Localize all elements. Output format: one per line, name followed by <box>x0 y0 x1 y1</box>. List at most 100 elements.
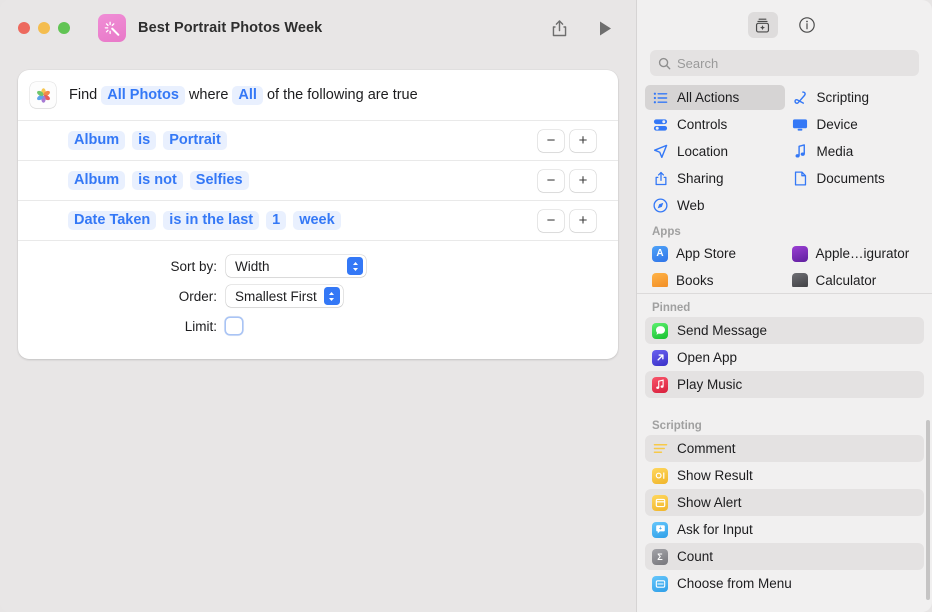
app-item-books[interactable]: Books <box>645 268 785 287</box>
music-note-icon <box>792 144 809 159</box>
shortcuts-glyph-icon <box>104 21 119 36</box>
share-icon <box>552 19 566 36</box>
category-media[interactable]: Media <box>785 139 925 164</box>
share-button[interactable] <box>542 13 576 43</box>
app-store-icon: A <box>652 245 668 262</box>
action-item-choose-from-menu[interactable]: Choose from Menu <box>645 570 924 597</box>
action-item-ask-for-input[interactable]: + Ask for Input <box>645 516 924 543</box>
shortcut-details-button[interactable] <box>792 12 822 38</box>
filter-value-token[interactable]: Selfies <box>189 171 249 190</box>
remove-filter-button[interactable]: − <box>538 169 564 192</box>
sort-by-select[interactable]: Width <box>226 255 366 277</box>
action-item-comment[interactable]: Comment <box>645 435 924 462</box>
device-display-icon <box>792 118 809 132</box>
match-token[interactable]: All <box>232 85 263 105</box>
filter-row: Album is Portrait − + <box>18 120 618 160</box>
location-arrow-icon <box>652 144 669 159</box>
remove-filter-button[interactable]: − <box>538 129 564 152</box>
filter-tokens: Album is not Selfies <box>68 171 249 190</box>
sort-by-value: Width <box>235 258 270 274</box>
controls-icon <box>652 118 669 132</box>
pinned-list: Send Message Open App Play Music <box>637 317 932 398</box>
action-item-play-music[interactable]: Play Music <box>645 371 924 398</box>
action-item-open-app[interactable]: Open App <box>645 344 924 371</box>
action-item-show-result[interactable]: Show Result <box>645 462 924 489</box>
filter-field-token[interactable]: Date Taken <box>68 211 157 230</box>
scripting-section-label: Scripting <box>652 420 702 432</box>
category-web[interactable]: Web <box>645 193 785 218</box>
run-button[interactable] <box>588 13 622 43</box>
list-bullet-icon <box>652 91 669 105</box>
filter-unit-token[interactable]: week <box>293 211 341 230</box>
category-label: Device <box>816 117 858 132</box>
app-item-calculator[interactable]: Calculator <box>785 268 925 287</box>
filter-operator-token[interactable]: is not <box>132 171 183 190</box>
category-scripting[interactable]: Scripting <box>785 85 925 110</box>
filter-operator-token[interactable]: is <box>132 131 157 150</box>
filter-row: Date Taken is in the last 1 week − + <box>18 200 618 240</box>
category-all-actions[interactable]: All Actions <box>645 85 785 110</box>
close-button[interactable] <box>18 22 30 34</box>
filter-operator-token[interactable]: is in the last <box>163 211 260 230</box>
shortcuts-window: Best Portrait Photos Week Find All Photo… <box>0 0 932 612</box>
filter-field-token[interactable]: Album <box>68 131 126 150</box>
scripting-icon <box>792 90 809 105</box>
app-item-app-store[interactable]: A App Store <box>645 241 785 266</box>
category-label: Sharing <box>677 171 724 186</box>
category-location[interactable]: Location <box>645 139 785 164</box>
svg-text:+: + <box>659 526 662 532</box>
category-controls[interactable]: Controls <box>645 112 785 137</box>
open-app-icon <box>652 349 668 366</box>
sort-by-label: Sort by: <box>170 258 217 274</box>
where-label: where <box>188 87 229 103</box>
filter-amount-token[interactable]: 1 <box>266 211 287 230</box>
action-item-show-alert[interactable]: Show Alert <box>645 489 924 516</box>
filter-row-buttons: − + <box>538 129 596 152</box>
order-line: Order: Smallest First <box>18 283 618 309</box>
add-filter-button[interactable]: + <box>570 129 596 152</box>
limit-label: Limit: <box>184 318 217 334</box>
filter-row-buttons: − + <box>538 169 596 192</box>
comment-icon <box>652 441 668 457</box>
sort-options: Sort by: Width Order: Smallest First Lim… <box>18 240 618 359</box>
choose-menu-icon <box>652 575 668 592</box>
app-item-apple-configurator[interactable]: Apple…igurator <box>785 241 925 266</box>
action-library-button[interactable] <box>747 12 778 38</box>
find-sentence: Find All Photos where All of the followi… <box>69 85 422 105</box>
library-scrollbar[interactable] <box>926 420 930 600</box>
zoom-button[interactable] <box>58 22 70 34</box>
add-filter-button[interactable]: + <box>570 209 596 232</box>
apple-configurator-icon <box>791 245 808 262</box>
action-item-send-message[interactable]: Send Message <box>645 317 924 344</box>
action-label: Comment <box>677 441 736 456</box>
action-label: Show Alert <box>677 495 742 510</box>
search-input[interactable]: Search <box>650 50 919 76</box>
add-filter-button[interactable]: + <box>570 169 596 192</box>
category-sharing[interactable]: Sharing <box>645 166 785 191</box>
action-label: Ask for Input <box>677 522 753 537</box>
shortcuts-icon <box>98 14 126 42</box>
minimize-button[interactable] <box>38 22 50 34</box>
chevron-updown-glyph-icon <box>329 291 335 301</box>
search-icon <box>658 57 671 69</box>
search-placeholder: Search <box>677 55 719 71</box>
find-label: Find <box>69 87 98 103</box>
document-page-icon <box>792 171 809 186</box>
action-item-count[interactable]: Σ Count <box>645 543 924 570</box>
order-select[interactable]: Smallest First <box>226 285 343 307</box>
messages-icon <box>652 322 668 339</box>
category-documents[interactable]: Documents <box>785 166 925 191</box>
category-device[interactable]: Device <box>785 112 925 137</box>
source-token[interactable]: All Photos <box>101 85 185 105</box>
filter-value-token[interactable]: Portrait <box>163 131 227 150</box>
window-controls[interactable] <box>18 22 70 34</box>
limit-checkbox[interactable] <box>226 318 242 334</box>
show-result-icon <box>652 467 668 484</box>
apps-grid: A App Store Apple…igurator Books Calcula… <box>637 241 932 287</box>
action-label: Open App <box>677 350 738 365</box>
category-label: Controls <box>677 117 728 132</box>
category-label: All Actions <box>677 90 740 105</box>
remove-filter-button[interactable]: − <box>538 209 564 232</box>
filter-field-token[interactable]: Album <box>68 171 126 190</box>
